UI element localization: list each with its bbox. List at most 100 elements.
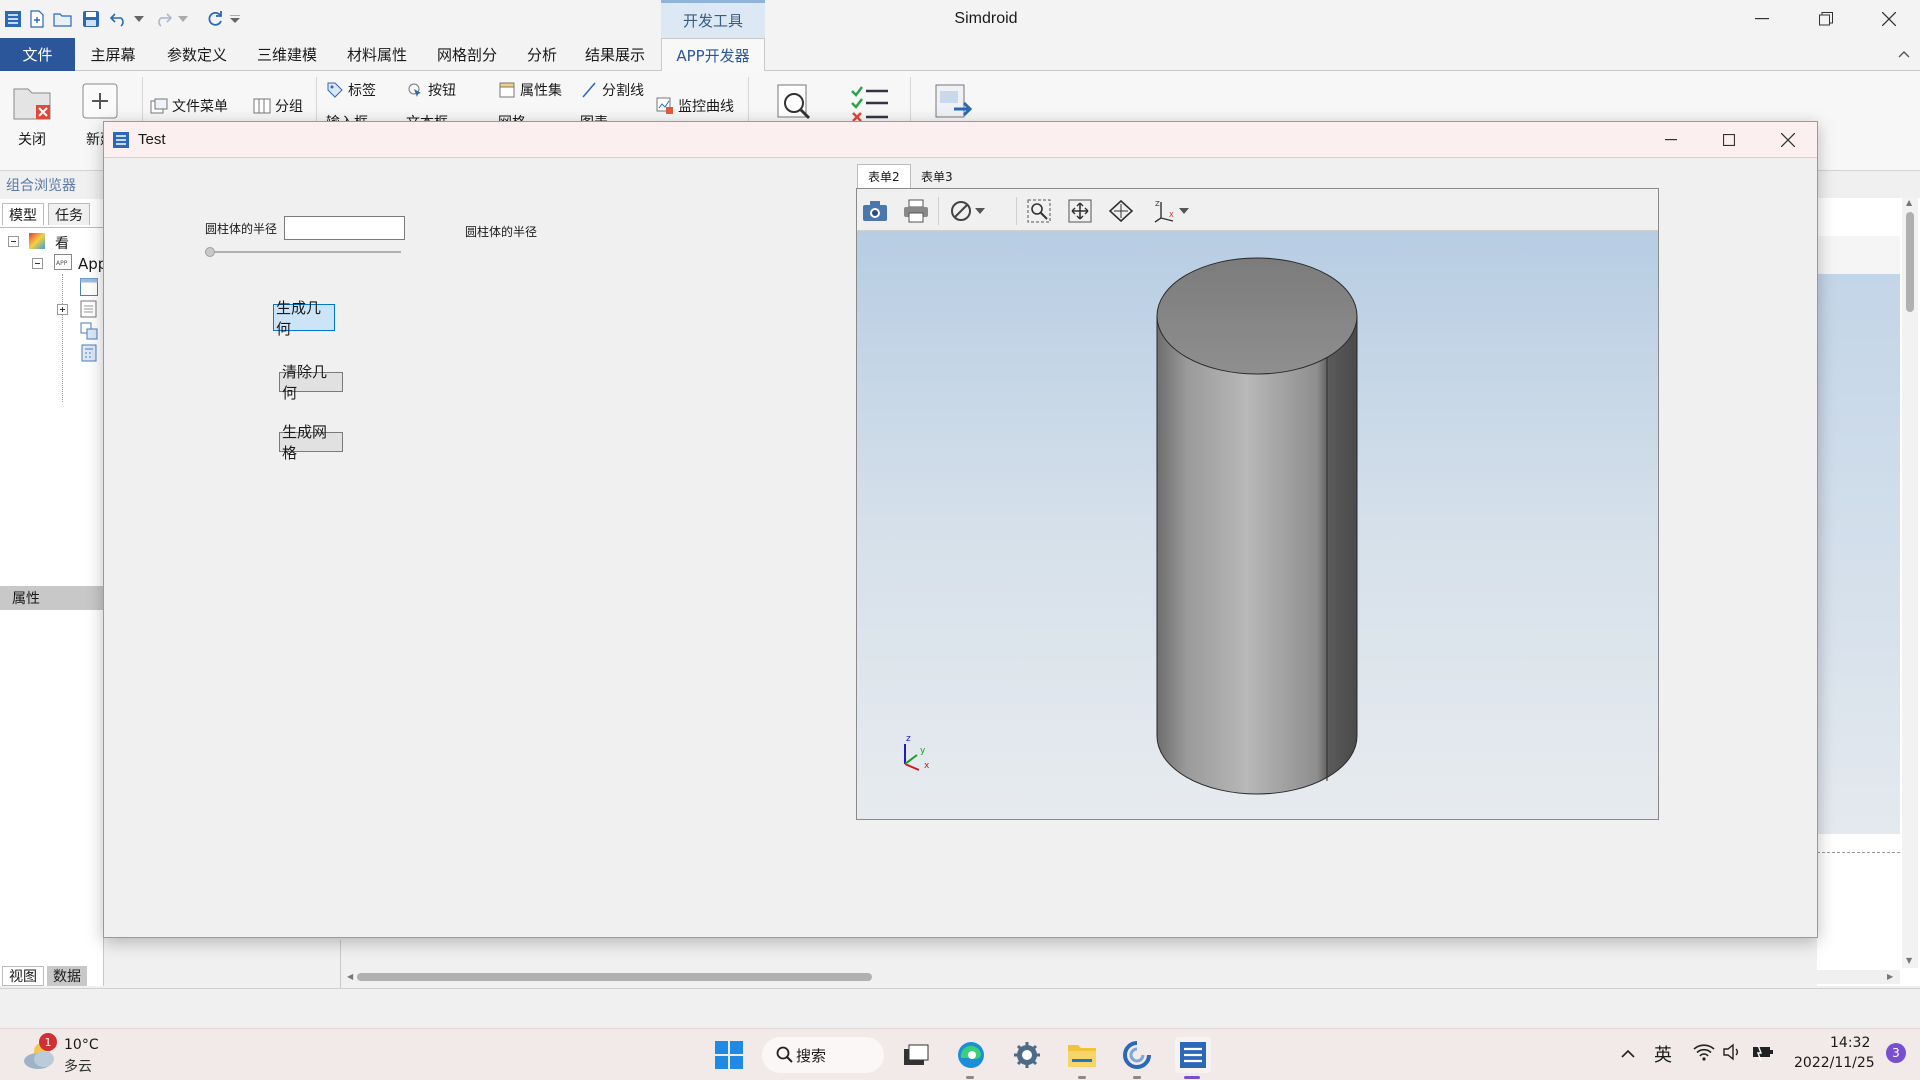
simdroid-taskbar-button[interactable]	[1175, 1037, 1211, 1073]
minimize-button[interactable]	[1733, 0, 1791, 38]
axis-orientation-icon[interactable]: ZX	[1151, 197, 1179, 225]
tab-task[interactable]: 任务	[48, 203, 90, 225]
tab-view[interactable]: 视图	[2, 966, 44, 986]
copy-node-icon[interactable]	[80, 322, 98, 344]
scroll-down-icon[interactable]: ▼	[1906, 956, 1912, 965]
context-tab-dev-tools: 开发工具	[661, 0, 765, 38]
scroll-up-icon[interactable]: ▲	[1906, 198, 1912, 207]
svg-text:Z: Z	[1155, 200, 1160, 208]
ribbon-group-button[interactable]: 分组	[253, 95, 303, 117]
fit-view-icon[interactable]	[1107, 197, 1135, 225]
volume-icon[interactable]	[1723, 1043, 1743, 1065]
new-file-icon[interactable]	[26, 8, 48, 30]
undo-icon[interactable]	[108, 8, 130, 30]
ribbon-label-button[interactable]: 标签	[326, 79, 376, 101]
menu-results[interactable]: 结果展示	[576, 38, 654, 71]
gear-icon	[1014, 1042, 1040, 1068]
axis-orientation-dropdown-icon[interactable]	[1177, 197, 1191, 225]
redo-icon[interactable]	[152, 8, 174, 30]
wifi-icon[interactable]	[1693, 1043, 1715, 1065]
pan-icon[interactable]	[1066, 197, 1094, 225]
simdroid-launcher-button[interactable]	[1119, 1037, 1155, 1073]
expand-toggle-icon[interactable]	[57, 303, 68, 319]
radius-label: 圆柱体的半径	[205, 222, 278, 236]
zoom-region-icon[interactable]	[1025, 197, 1053, 225]
menu-home[interactable]: 主屏幕	[80, 38, 146, 71]
collapse-ribbon-icon[interactable]	[1898, 46, 1912, 60]
task-view-button[interactable]	[898, 1037, 934, 1073]
camera-icon[interactable]	[861, 197, 889, 225]
menu-file[interactable]: 文件	[0, 38, 75, 71]
close-window-button[interactable]	[1860, 0, 1918, 38]
hscroll-thumb[interactable]	[357, 973, 872, 981]
cylinder-model	[1156, 257, 1358, 795]
ribbon-monitor-curve-button[interactable]: 监控曲线	[656, 95, 734, 117]
radius-slider-track[interactable]	[205, 251, 401, 253]
radius-input[interactable]	[284, 216, 405, 240]
viewer-tab-form2[interactable]: 表单2	[857, 164, 911, 188]
document-node-icon[interactable]	[80, 300, 98, 322]
radius-slider-thumb[interactable]	[205, 247, 215, 257]
notification-badge[interactable]: 3	[1886, 1043, 1906, 1063]
ribbon-divider-button[interactable]: 分割线	[580, 79, 644, 101]
menu-meshing[interactable]: 网格剖分	[428, 38, 506, 71]
battery-icon[interactable]	[1752, 1043, 1774, 1065]
ribbon-close-button[interactable]: 关闭	[4, 83, 60, 149]
tree-root-label[interactable]: 看	[55, 233, 69, 253]
start-button[interactable]	[711, 1037, 747, 1073]
tray-overflow-icon[interactable]	[1620, 1046, 1636, 1062]
scroll-left-icon[interactable]: ◀	[347, 972, 353, 981]
ime-indicator[interactable]: 英	[1654, 1041, 1672, 1067]
settings-button[interactable]	[1009, 1037, 1045, 1073]
ribbon-property-set-button[interactable]: 属性集	[498, 79, 562, 101]
dialog-minimize-button[interactable]	[1642, 122, 1700, 158]
3d-viewer: ZX z y x	[856, 188, 1659, 820]
taskbar-search[interactable]: 搜索	[762, 1037, 884, 1073]
collapse-toggle-icon[interactable]	[32, 257, 43, 273]
display-mode-dropdown-icon[interactable]	[973, 197, 987, 225]
display-mode-icon[interactable]	[947, 197, 975, 225]
3d-canvas[interactable]: z y x	[857, 231, 1658, 819]
edge-browser-button[interactable]	[953, 1037, 989, 1073]
tab-model[interactable]: 模型	[2, 203, 44, 225]
tab-data[interactable]: 数据	[47, 966, 87, 986]
file-explorer-button[interactable]	[1064, 1037, 1100, 1073]
folder-icon	[1068, 1045, 1096, 1067]
scroll-right-icon[interactable]: ▶	[1887, 972, 1893, 981]
task-view-icon	[904, 1044, 929, 1065]
ribbon-file-menu-button[interactable]: 文件菜单	[150, 95, 228, 117]
menu-parameters[interactable]: 参数定义	[158, 38, 236, 71]
refresh-icon[interactable]	[204, 8, 226, 30]
menu-3d-modeling[interactable]: 三维建模	[248, 38, 326, 71]
open-folder-icon[interactable]	[52, 8, 74, 30]
generate-mesh-button[interactable]: 生成网格	[279, 423, 343, 462]
vertical-scrollbar[interactable]: ▲ ▼	[1902, 198, 1918, 968]
restore-button[interactable]	[1797, 0, 1855, 38]
calculator-node-icon[interactable]	[80, 344, 98, 366]
dialog-close-button[interactable]	[1759, 122, 1817, 158]
property-set-label: 属性集	[520, 83, 562, 99]
dialog-maximize-button[interactable]	[1700, 122, 1758, 158]
viewer-tab-form3[interactable]: 表单3	[911, 164, 963, 188]
divider-label: 分割线	[602, 83, 644, 99]
clock-date[interactable]: 2022/11/25	[1794, 1055, 1875, 1071]
collapse-toggle-icon[interactable]	[8, 235, 19, 251]
horizontal-scrollbar[interactable]: ◀ ▶	[345, 970, 1900, 984]
windows-logo-icon	[715, 1041, 743, 1069]
redo-dropdown-icon[interactable]	[176, 8, 190, 30]
print-icon[interactable]	[902, 197, 930, 225]
undo-dropdown-icon[interactable]	[132, 8, 146, 30]
form-node-icon[interactable]	[80, 278, 98, 300]
dialog-app-icon	[112, 131, 130, 149]
generate-geometry-button[interactable]: 生成几何	[273, 299, 335, 338]
menu-app-developer[interactable]: APP开发器	[661, 38, 765, 72]
save-icon[interactable]	[80, 8, 102, 30]
menu-material[interactable]: 材料属性	[338, 38, 416, 71]
menu-analysis[interactable]: 分析	[518, 38, 566, 71]
clock-time[interactable]: 14:32	[1830, 1035, 1870, 1051]
property-set-icon	[498, 81, 516, 99]
ribbon-button-button[interactable]: 按钮	[406, 79, 456, 101]
customize-toolbar-icon[interactable]	[228, 8, 242, 30]
scrollbar-thumb[interactable]	[1906, 212, 1914, 312]
clear-geometry-button[interactable]: 清除几何	[279, 363, 343, 402]
